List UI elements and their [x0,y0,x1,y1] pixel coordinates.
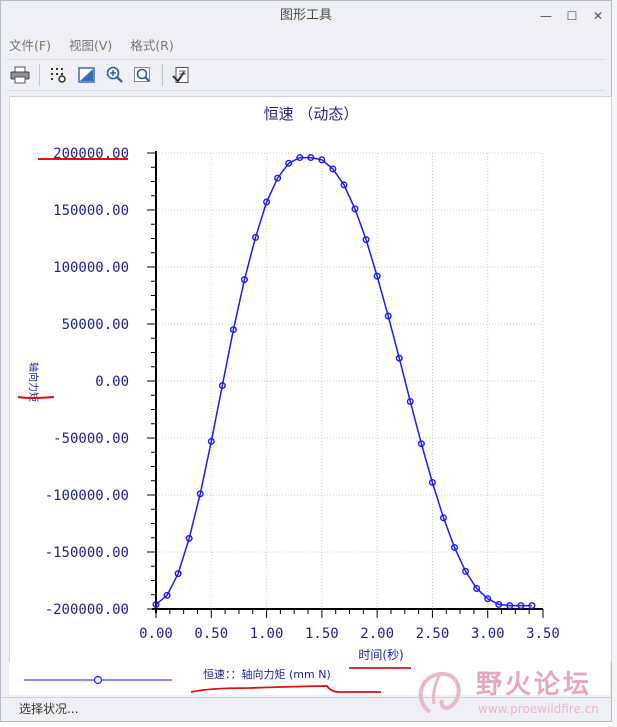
window-controls: — ☐ ✕ [539,1,605,31]
x-tick-label: 0.50 [194,626,228,642]
minimize-button[interactable]: — [539,9,553,23]
format-icon [172,67,189,83]
menu-bar: 文件(F) 视图(V) 格式(R) [1,31,617,57]
y-label-annotation [17,396,55,399]
legend-annotation [190,685,381,693]
series-line [155,156,532,607]
toolbar-separator [162,64,163,86]
zoom-out-icon [134,67,150,82]
y-tick-label: 150000.00 [53,203,129,219]
zoom-out-button[interactable] [130,63,156,87]
x-tick-label: 0.00 [139,626,173,642]
format-button[interactable] [169,63,195,87]
maximize-button[interactable]: ☐ [565,9,579,23]
window-title: 图形工具 [279,8,332,23]
menu-format[interactable]: 格式(R) [130,35,173,54]
legend-label: 恒速：：轴向力矩 (mm N) [203,667,331,681]
background-window-edge [612,0,617,727]
x-tick-label: 1.50 [305,626,339,642]
legend-strip: 恒速：：轴向力矩 (mm N) [9,662,610,695]
toggle-grid-button[interactable] [46,63,72,87]
status-bar: 选择状况... [1,697,611,721]
toolbar-separator [39,64,40,86]
menu-file[interactable]: 文件(F) [9,35,51,54]
menu-view[interactable]: 视图(V) [69,35,112,54]
toolbar [7,59,605,91]
x-tick-label: 3.50 [526,626,560,642]
status-text: 选择状况... [19,702,79,716]
close-button[interactable]: ✕ [591,9,605,23]
toggle-grid-icon [51,68,66,83]
chart: 0.00 0.50 1.00 1.50 2.00 2.50 3.00 3.50200000.0… [17,105,560,662]
print-icon [10,66,30,84]
zoom-in-button[interactable] [102,63,128,87]
y-axis-label: 轴向力矩 [27,362,40,402]
graph-tool-window: 图形工具 — ☐ ✕ 文件(F) 视图(V) 格式(R) 0.00 0.50 1… [0,0,612,722]
x-tick-label: 2.00 [360,626,394,642]
zoom-in-icon [106,66,123,83]
y-tick-label: -100000.00 [45,488,129,504]
plot-area[interactable]: 0.00 0.50 1.00 1.50 2.00 2.50 3.00 3.50 200000.0… [9,96,612,663]
y-tick-label: -200000.00 [45,602,129,618]
y-tick-label: 0.00 [95,374,129,390]
x-tick-label: 1.00 [250,626,284,642]
refit-icon [78,67,95,83]
y-tick-label: -50000.00 [53,431,129,447]
x-tick-label: 3.00 [471,626,505,642]
y-tick-label: -150000.00 [45,545,129,561]
refit-button[interactable] [74,63,100,87]
y-tick-label: 100000.00 [53,260,129,276]
print-button[interactable] [7,63,33,87]
x-axis-label: 时间(秒) [358,648,403,662]
y-tick-label: 50000.00 [62,317,129,333]
chart-title: 恒速 （动态） [264,105,359,123]
title-bar: 图形工具 — ☐ ✕ [1,1,611,31]
legend-marker [93,675,103,685]
x-tick-label: 2.50 [416,626,450,642]
